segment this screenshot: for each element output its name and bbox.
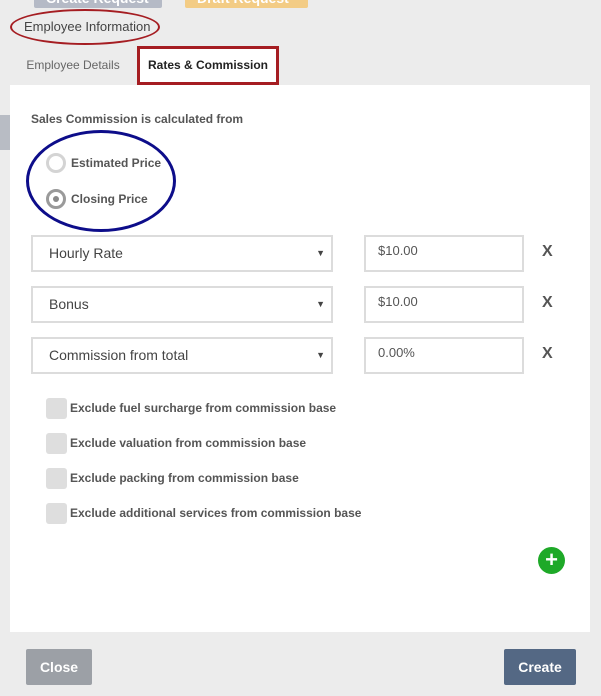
tab-content: Sales Commission is calculated from Esti…	[10, 85, 590, 632]
rate-type-value: Commission from total	[49, 347, 189, 363]
checkbox[interactable]	[46, 432, 67, 454]
checkbox-label: Exclude fuel surcharge from commission b…	[70, 401, 337, 415]
radio-annotation-circle	[26, 130, 176, 232]
tab-employee-details[interactable]: Employee Details	[10, 46, 136, 85]
create-button[interactable]: Create	[504, 649, 576, 685]
chevron-down-icon: ▼	[316, 248, 325, 258]
checkbox[interactable]	[46, 502, 67, 524]
remove-rate-button[interactable]: X	[542, 294, 553, 312]
rate-type-select[interactable]: Hourly Rate ▼	[31, 235, 333, 272]
remove-rate-button[interactable]: X	[542, 345, 553, 363]
rate-amount-input[interactable]: 0.00%	[364, 337, 524, 374]
radio-label: Closing Price	[71, 192, 148, 206]
rate-amount-input[interactable]: $10.00	[364, 286, 524, 323]
radio-button[interactable]	[46, 189, 66, 209]
close-button[interactable]: Close	[26, 649, 92, 685]
chevron-down-icon: ▼	[316, 299, 325, 309]
rate-row: Bonus ▼ $10.00 X	[31, 286, 561, 323]
commission-source-label: Sales Commission is calculated from	[31, 112, 244, 126]
exclude-fuel-checkbox-row[interactable]: Exclude fuel surcharge from commission b…	[46, 397, 336, 419]
radio-label: Estimated Price	[71, 156, 162, 170]
rate-type-select[interactable]: Bonus ▼	[31, 286, 333, 323]
exclude-valuation-checkbox-row[interactable]: Exclude valuation from commission base	[46, 432, 306, 454]
checkbox-label: Exclude additional services from commiss…	[70, 506, 362, 520]
checkbox[interactable]	[46, 397, 67, 419]
plus-circle-icon[interactable]: +	[538, 547, 565, 574]
exclude-packing-checkbox-row[interactable]: Exclude packing from commission base	[46, 467, 299, 489]
remove-rate-button[interactable]: X	[542, 243, 553, 261]
checkbox-label: Exclude valuation from commission base	[70, 436, 307, 450]
rate-row: Hourly Rate ▼ $10.00 X	[31, 235, 561, 272]
radio-closing-price[interactable]: Closing Price	[46, 189, 148, 209]
checkbox-label: Exclude packing from commission base	[70, 471, 299, 485]
rate-type-value: Bonus	[49, 296, 89, 312]
tab-bar: Employee Details Rates & Commission	[10, 46, 590, 85]
background-strip	[0, 115, 10, 150]
checkbox[interactable]	[46, 467, 67, 489]
tab-rates-commission[interactable]: Rates & Commission	[137, 46, 279, 85]
radio-estimated-price[interactable]: Estimated Price	[46, 153, 161, 173]
create-request-button-bg[interactable]: Create Request	[34, 0, 162, 8]
chevron-down-icon: ▼	[316, 350, 325, 360]
rate-amount-input[interactable]: $10.00	[364, 235, 524, 272]
draft-request-button-bg[interactable]: Draft Request	[185, 0, 308, 8]
rate-row: Commission from total ▼ 0.00% X	[31, 337, 561, 374]
rate-type-select[interactable]: Commission from total ▼	[31, 337, 333, 374]
exclude-additional-services-checkbox-row[interactable]: Exclude additional services from commiss…	[46, 502, 361, 524]
employee-info-modal: Create Request Draft Request Employee In…	[0, 0, 601, 696]
title-annotation-circle	[10, 9, 160, 45]
radio-button[interactable]	[46, 153, 66, 173]
rate-type-value: Hourly Rate	[49, 245, 123, 261]
